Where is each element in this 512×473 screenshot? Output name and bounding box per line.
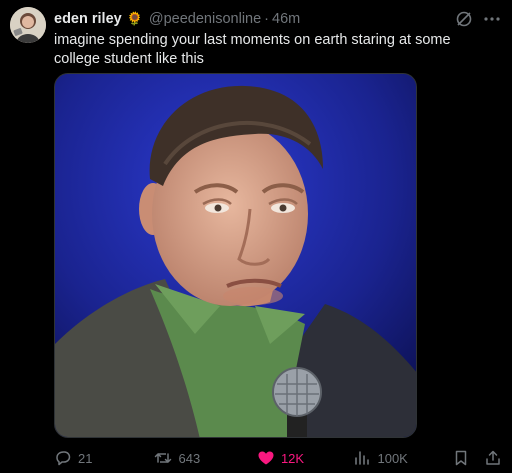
reply-count: 21 bbox=[78, 450, 93, 466]
repost-button[interactable]: 643 bbox=[154, 449, 256, 467]
author-name[interactable]: eden riley bbox=[54, 11, 122, 27]
tweet-header: eden riley 🌻 @peedenisonline · 46m bbox=[54, 9, 502, 29]
tweet-text: imagine spending your last moments on ea… bbox=[54, 32, 451, 67]
view-count: 100K bbox=[377, 450, 408, 466]
like-count: 12K bbox=[280, 450, 305, 466]
share-icon[interactable] bbox=[484, 449, 502, 467]
tweet-image[interactable] bbox=[54, 73, 417, 438]
more-icon[interactable] bbox=[482, 9, 502, 29]
author-handle[interactable]: @peedenisonline bbox=[149, 11, 261, 27]
reply-icon bbox=[56, 451, 71, 466]
views-button[interactable]: 100K bbox=[353, 449, 452, 467]
action-bar: 21 643 12K 100K bbox=[54, 448, 502, 468]
right-actions bbox=[452, 449, 502, 467]
reply-button[interactable]: 21 bbox=[54, 449, 154, 467]
avatar[interactable] bbox=[10, 7, 46, 43]
tweet: eden riley 🌻 @peedenisonline · 46m imagi… bbox=[0, 0, 512, 473]
timestamp[interactable]: 46m bbox=[272, 11, 300, 27]
bookmark-icon[interactable] bbox=[452, 449, 470, 467]
views-icon bbox=[355, 451, 370, 465]
like-button[interactable]: 12K bbox=[257, 449, 354, 467]
heart-icon bbox=[258, 451, 274, 465]
separator-dot: · bbox=[264, 11, 270, 27]
grok-icon[interactable] bbox=[454, 9, 474, 29]
sunflower-badge-icon: 🌻 bbox=[126, 11, 143, 26]
repost-count: 643 bbox=[178, 450, 201, 466]
repost-icon bbox=[155, 453, 172, 463]
